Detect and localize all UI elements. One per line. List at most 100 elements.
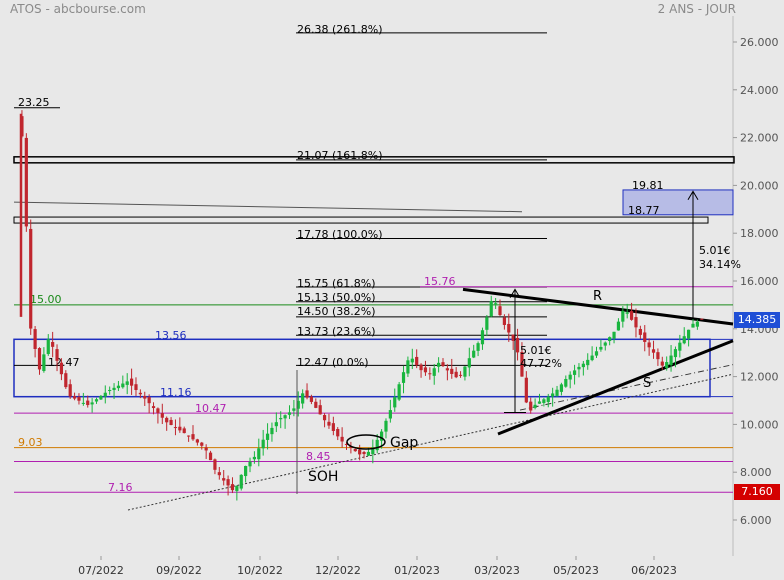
candle-body <box>252 456 257 460</box>
candle-body <box>524 377 528 403</box>
candle-body <box>472 350 476 358</box>
y-tick-label: 20.000 <box>740 179 779 192</box>
candle-body <box>599 346 603 350</box>
candle-body <box>125 381 129 385</box>
candle-body <box>287 412 292 415</box>
candle-body <box>64 373 68 388</box>
candle-body <box>86 400 90 406</box>
candle-body <box>51 342 55 347</box>
y-tick-label: 12.000 <box>740 371 779 384</box>
chart-area: ATOS - abcbourse.com 2 ANS - JOUR 26.38 … <box>0 0 784 580</box>
candle-body <box>165 417 169 423</box>
candle-body <box>647 342 651 348</box>
candle-body <box>687 329 691 339</box>
candle-body <box>265 433 270 440</box>
x-tick-label: 07/2022 <box>78 564 124 577</box>
candle-body <box>551 393 555 397</box>
candle-body <box>340 436 344 442</box>
candle-body <box>81 402 85 404</box>
symbol-label: ATOS <box>10 2 42 16</box>
candle-body <box>533 404 537 408</box>
level-label: 13.56 <box>155 329 187 342</box>
level-label: 11.16 <box>160 386 192 399</box>
level-label: 12.47 <box>48 356 80 369</box>
level-label: 14.50 (38.2%) <box>297 305 376 318</box>
candle-body <box>322 415 327 421</box>
move-down-amount: 5.01€ <box>520 344 552 357</box>
candle-body <box>327 421 331 426</box>
candle-body <box>406 360 410 374</box>
candle-body <box>248 461 252 467</box>
candle-body <box>397 384 401 400</box>
candle-body <box>415 356 419 366</box>
y-tick-label: 26.000 <box>740 36 779 49</box>
candle-body <box>72 396 77 399</box>
candle-body <box>542 399 546 403</box>
gap-label: Gap <box>390 435 418 451</box>
candle-body <box>178 426 182 431</box>
candle-body <box>37 348 42 370</box>
candle-body <box>24 137 28 227</box>
candle-body <box>143 395 147 399</box>
candle-body <box>463 366 467 377</box>
candle-body <box>301 393 305 404</box>
candle-body <box>660 361 664 366</box>
candle-body <box>494 303 498 305</box>
level-label: 17.78 (100.0%) <box>297 228 383 241</box>
candle-body <box>616 321 621 331</box>
x-tick-label: 01/2023 <box>394 564 440 577</box>
current-price-tag: 14.385 <box>734 311 780 328</box>
candle-body <box>230 484 235 491</box>
candle-body <box>546 396 550 402</box>
candle-body <box>77 396 81 401</box>
level-label: 15.76 <box>424 275 456 288</box>
candle-body <box>608 337 612 342</box>
candle-body <box>226 479 230 486</box>
candle-body <box>213 459 217 470</box>
candle-body <box>651 349 656 353</box>
y-tick-label: 18.000 <box>740 227 779 240</box>
candle-body <box>279 418 283 420</box>
candle-body <box>432 368 436 376</box>
candle-body <box>362 452 366 455</box>
candle-body <box>366 451 371 456</box>
candle-body <box>187 435 191 437</box>
level-label: 12.47 (0.0%) <box>297 356 369 369</box>
candle-body <box>507 323 511 333</box>
candle-body <box>682 336 686 344</box>
candle-body <box>423 367 428 373</box>
candle-body <box>90 402 94 405</box>
candle-body <box>454 371 458 378</box>
candle-body <box>502 317 506 325</box>
candle-body <box>511 334 515 341</box>
candle-body <box>669 355 673 365</box>
zone-label: 19.81 <box>632 179 664 192</box>
candle-body <box>55 349 59 361</box>
candle-body <box>603 342 607 346</box>
y-tick-label: 10.000 <box>740 418 779 431</box>
candle-body <box>235 486 239 492</box>
candle-body <box>388 410 392 419</box>
low-price-tag: 7.160 <box>734 484 780 501</box>
candle-body <box>173 427 178 429</box>
candle-body <box>46 339 50 355</box>
candle-body <box>577 366 581 370</box>
level-label: 26.38 (261.8%) <box>297 23 383 36</box>
candle-body <box>121 383 125 388</box>
price-chart: 26.38 (261.8%) 23.25 21.07 (161.8%) 17.78 (… <box>0 16 779 577</box>
candle-body <box>195 439 199 443</box>
candle-body <box>393 397 397 408</box>
candle-body <box>222 478 226 481</box>
candle-body <box>419 364 423 371</box>
y-tick-label: 24.000 <box>740 84 779 97</box>
x-tick-label: 10/2022 <box>237 564 283 577</box>
candle-body <box>239 474 243 489</box>
level-label: 9.03 <box>18 436 43 449</box>
candle-body <box>68 384 72 397</box>
candle-body <box>428 373 432 375</box>
candle-body <box>629 311 634 320</box>
candle-body <box>410 358 414 363</box>
candle-body <box>634 317 638 328</box>
level-label: 15.00 <box>30 293 62 306</box>
candle-body <box>103 392 107 397</box>
